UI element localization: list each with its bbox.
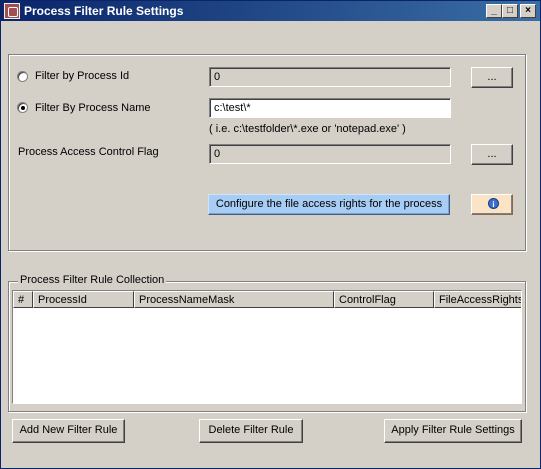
list-header: # ProcessId ProcessNameMask ControlFlag … — [13, 291, 521, 308]
access-flag-field: 0 — [209, 144, 451, 164]
filter-by-id-radio[interactable] — [17, 71, 28, 82]
process-name-example-hint: ( i.e. c:\testfolder\*.exe or 'notepad.e… — [209, 123, 406, 135]
process-id-browse-button[interactable]: ... — [471, 67, 513, 88]
column-header-process-id[interactable]: ProcessId — [33, 291, 134, 308]
add-filter-rule-button[interactable]: Add New Filter Rule — [12, 419, 125, 443]
access-flag-label: Process Access Control Flag — [18, 146, 159, 158]
info-icon: i — [488, 198, 499, 209]
title-bar[interactable]: Process Filter Rule Settings _ □ × — [1, 1, 540, 21]
column-header-file-access-rights[interactable]: FileAccessRights — [434, 291, 521, 308]
access-flag-browse-button[interactable]: ... — [471, 144, 513, 165]
info-button[interactable]: i — [471, 194, 513, 215]
filter-rule-list[interactable]: # ProcessId ProcessNameMask ControlFlag … — [12, 290, 522, 404]
configure-access-rights-button[interactable]: Configure the file access rights for the… — [208, 194, 450, 215]
window-title: Process Filter Rule Settings — [24, 4, 184, 18]
minimize-button[interactable]: _ — [486, 4, 502, 18]
column-header-control-flag[interactable]: ControlFlag — [334, 291, 434, 308]
app-shield-icon — [4, 3, 20, 19]
filter-by-id-label[interactable]: Filter by Process Id — [35, 70, 129, 82]
delete-filter-rule-button[interactable]: Delete Filter Rule — [199, 419, 303, 443]
process-id-field: 0 — [209, 67, 451, 87]
column-header-number[interactable]: # — [13, 291, 33, 308]
column-header-process-name-mask[interactable]: ProcessNameMask — [134, 291, 334, 308]
close-button[interactable]: × — [520, 4, 536, 18]
filter-by-name-radio[interactable] — [17, 102, 28, 113]
collection-group-title: Process Filter Rule Collection — [18, 274, 167, 286]
filter-by-name-label[interactable]: Filter By Process Name — [35, 102, 151, 114]
apply-settings-button[interactable]: Apply Filter Rule Settings — [384, 419, 522, 443]
maximize-button[interactable]: □ — [502, 4, 518, 18]
main-window: Process Filter Rule Settings _ □ × Filte… — [0, 0, 541, 469]
process-name-input[interactable]: c:\test\* — [209, 98, 451, 118]
